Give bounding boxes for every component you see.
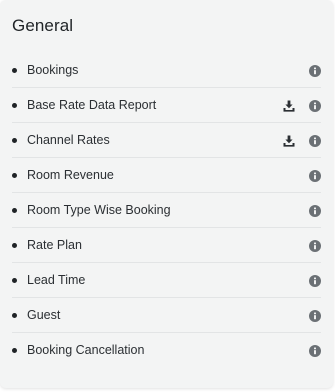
info-circle-icon[interactable] <box>309 240 321 252</box>
info-circle-icon[interactable] <box>309 65 321 77</box>
info-circle-icon[interactable] <box>309 100 321 112</box>
report-list: Bookings Base Rate Data Report Channel R… <box>0 53 333 368</box>
report-label: Channel Rates <box>27 133 110 147</box>
report-item-booking-cancellation[interactable]: Booking Cancellation <box>12 333 321 368</box>
report-label: Guest <box>27 308 61 322</box>
bullet-dot <box>12 278 17 283</box>
report-item-rate-plan[interactable]: Rate Plan <box>12 228 321 263</box>
report-item-bookings[interactable]: Bookings <box>12 53 321 88</box>
report-label: Booking Cancellation <box>27 343 145 357</box>
info-circle-icon[interactable] <box>309 310 321 322</box>
download-icon[interactable] <box>282 99 296 113</box>
report-label: Lead Time <box>27 273 86 287</box>
report-item-lead-time[interactable]: Lead Time <box>12 263 321 298</box>
download-icon[interactable] <box>282 134 296 148</box>
bullet-dot <box>12 68 17 73</box>
report-label: Room Revenue <box>27 168 114 182</box>
bullet-dot <box>12 313 17 318</box>
bullet-dot <box>12 103 17 108</box>
general-reports-panel: General Bookings Base Rate Data Report C… <box>0 0 333 388</box>
report-item-room-revenue[interactable]: Room Revenue <box>12 158 321 193</box>
info-circle-icon[interactable] <box>309 170 321 182</box>
report-item-room-type-wise-booking[interactable]: Room Type Wise Booking <box>12 193 321 228</box>
report-label: Bookings <box>27 63 79 77</box>
bullet-dot <box>12 138 17 143</box>
info-circle-icon[interactable] <box>309 345 321 357</box>
bullet-dot <box>12 348 17 353</box>
info-circle-icon[interactable] <box>309 205 321 217</box>
bullet-dot <box>12 243 17 248</box>
report-label: Rate Plan <box>27 238 82 252</box>
info-circle-icon[interactable] <box>309 135 321 147</box>
bullet-dot <box>12 208 17 213</box>
panel-title: General <box>12 16 74 35</box>
report-item-guest[interactable]: Guest <box>12 298 321 333</box>
info-circle-icon[interactable] <box>309 275 321 287</box>
report-item-base-rate-data-report[interactable]: Base Rate Data Report <box>12 88 321 123</box>
report-label: Room Type Wise Booking <box>27 203 171 217</box>
report-label: Base Rate Data Report <box>27 98 157 112</box>
bullet-dot <box>12 173 17 178</box>
report-item-channel-rates[interactable]: Channel Rates <box>12 123 321 158</box>
